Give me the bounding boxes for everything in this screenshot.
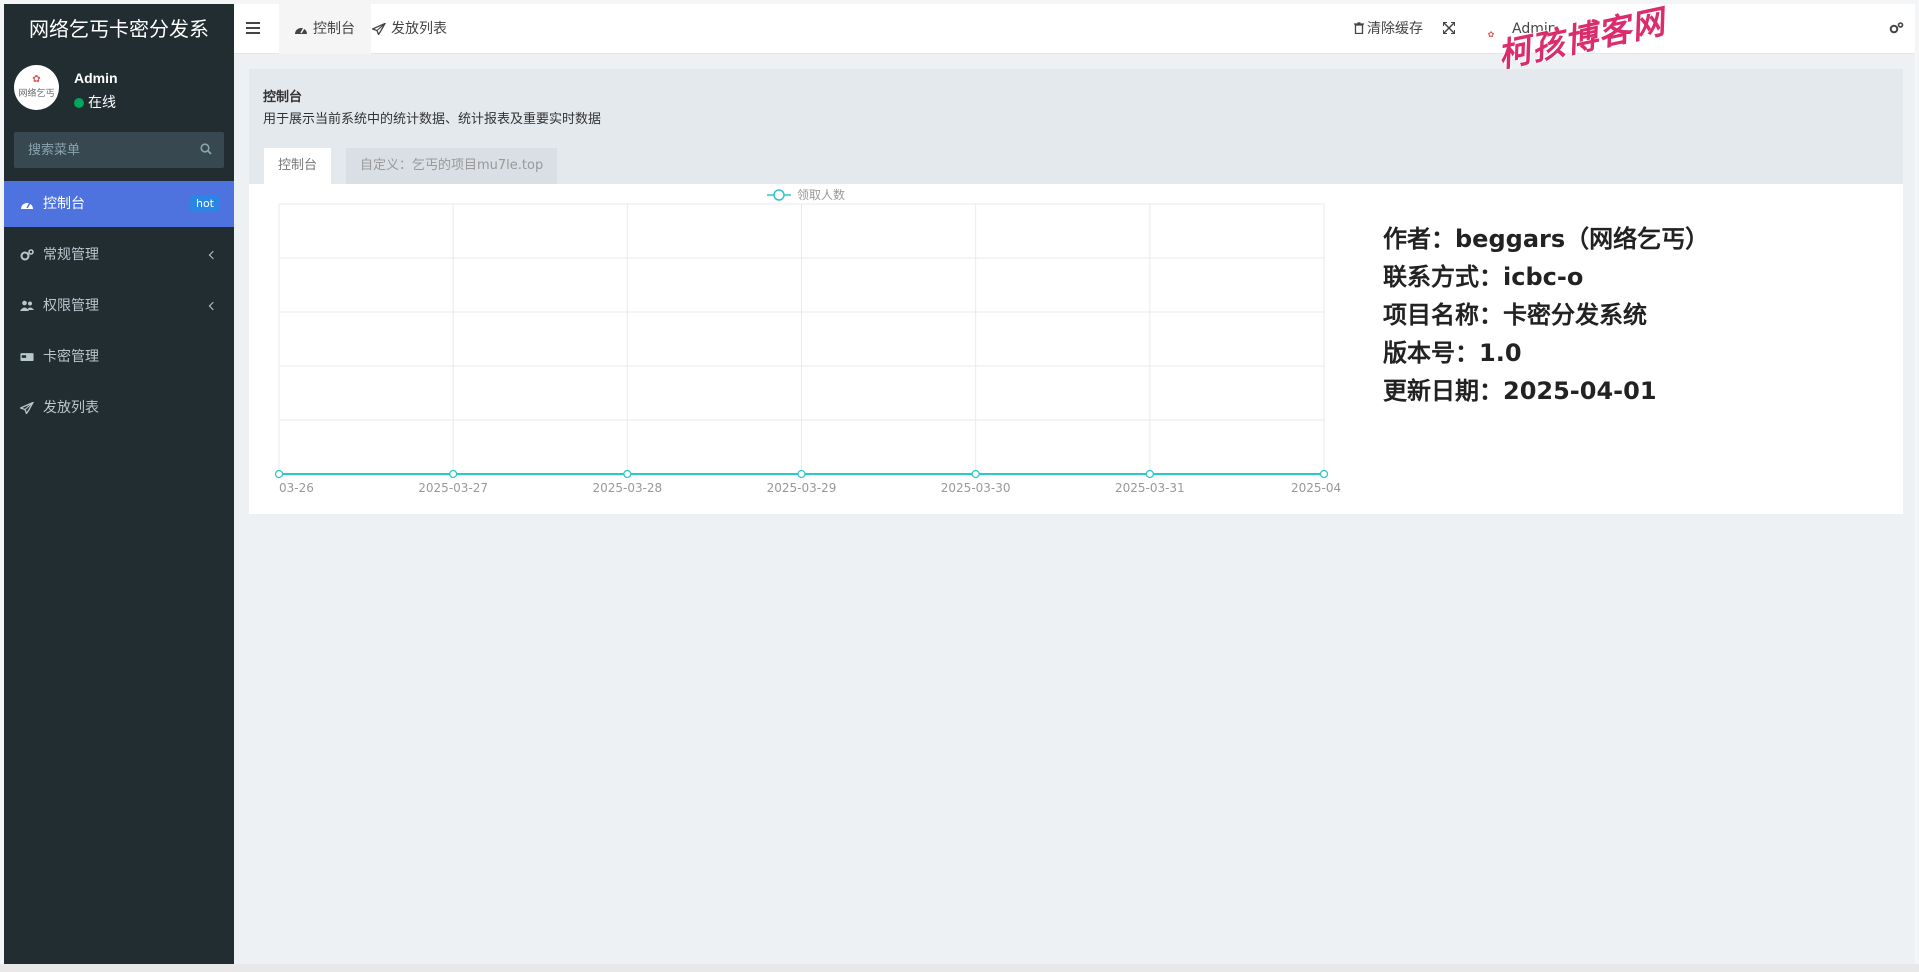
user-panel: ✿ 网络乞丐 Admin 在线 xyxy=(4,54,234,132)
tab-label: 发放列表 xyxy=(391,21,447,37)
line-chart: 领取人数 03-26 2025-03-27 2025-03-28 2025-03-29… xyxy=(274,187,1341,495)
chevron-left-icon xyxy=(208,250,218,260)
data-point xyxy=(1145,469,1154,479)
data-point xyxy=(1319,469,1329,479)
info-version: 版本号：1.0 xyxy=(1383,339,1522,367)
info-contact: 联系方式：icbc-o xyxy=(1383,263,1584,291)
bottom-bar xyxy=(0,964,1919,972)
sidebar-item-cards[interactable]: 卡密管理 xyxy=(4,334,234,380)
legend-marker xyxy=(773,189,785,201)
sidebar-item-permissions[interactable]: 权限管理 xyxy=(4,283,234,329)
fullscreen-icon xyxy=(1442,21,1456,35)
dashboard-icon xyxy=(21,202,33,209)
content-header: 控制台 用于展示当前系统中的统计数据、统计报表及重要实时数据 控制台 自定义：乞… xyxy=(249,69,1903,184)
chart-legend: 领取人数 xyxy=(767,187,845,202)
sidebar-item-label: 发放列表 xyxy=(43,400,99,416)
app-logo[interactable]: 网络乞丐卡密分发系 xyxy=(4,4,234,54)
app-frame: 网络乞丐卡密分发系 ✿ 网络乞丐 Admin 在线 搜索菜单 控制台 hot 常… xyxy=(4,4,1915,968)
chevron-left-icon xyxy=(208,301,218,311)
clear-cache-label: 清除缓存 xyxy=(1367,21,1423,37)
fullscreen-button[interactable] xyxy=(1442,4,1456,54)
hot-badge: hot xyxy=(189,196,220,212)
user-status: 在线 xyxy=(74,92,116,112)
avatar: ✿ 网络乞丐 xyxy=(14,65,59,110)
data-point xyxy=(449,469,458,479)
top-header: 控制台 发放列表 清除缓存 ✿ Admin 柯孩博客网 xyxy=(234,4,1915,75)
x-tick-label: 2025-04 xyxy=(1291,481,1341,495)
cogs-icon xyxy=(1889,22,1904,34)
sidebar-item-label: 权限管理 xyxy=(43,298,99,314)
sidebar-item-label: 控制台 xyxy=(43,196,85,212)
chart-grid xyxy=(278,203,1325,475)
users-icon xyxy=(20,300,34,311)
search-icon[interactable] xyxy=(200,143,212,155)
settings-button[interactable] xyxy=(1889,4,1904,54)
x-tick-label: 2025-03-27 xyxy=(418,481,488,495)
data-point xyxy=(274,469,284,479)
paper-plane-icon xyxy=(372,23,386,35)
info-update-date: 更新日期：2025-04-01 xyxy=(1383,377,1657,405)
sidebar-item-label: 常规管理 xyxy=(43,247,99,263)
project-info: 作者：beggars（网络乞丐） 联系方式：icbc-o 项目名称：卡密分发系统… xyxy=(1383,220,1709,410)
sidebar-toggle-icon[interactable] xyxy=(246,22,260,34)
info-author: 作者：beggars（网络乞丐） xyxy=(1383,225,1710,253)
legend-label: 领取人数 xyxy=(797,187,845,202)
sidebar-item-dashboard[interactable]: 控制台 hot xyxy=(4,181,234,227)
avatar-logo-icon: ✿ xyxy=(32,74,41,85)
x-tick-label: 2025-03-29 xyxy=(767,481,837,495)
info-project-name: 项目名称：卡密分发系统 xyxy=(1383,301,1647,329)
sidebar-search xyxy=(14,132,224,168)
tab-label: 控制台 xyxy=(313,21,355,37)
x-tick-label: 2025-03-31 xyxy=(1115,481,1185,495)
sidebar-menu: 控制台 hot 常规管理 权限管理 卡密管理 发放列表 xyxy=(4,181,234,436)
sidebar-item-general[interactable]: 常规管理 xyxy=(4,232,234,278)
tab-custom[interactable]: 自定义：乞丐的项目mu7le.top xyxy=(346,148,558,184)
x-tick-label: 2025-03-28 xyxy=(592,481,662,495)
x-tick-label: 2025-03-30 xyxy=(941,481,1011,495)
user-name: Admin xyxy=(74,70,118,86)
data-point xyxy=(797,469,806,479)
chart-x-ticks: 03-26 2025-03-27 2025-03-28 2025-03-29 2025-… xyxy=(279,481,1341,495)
data-point xyxy=(971,469,980,479)
page-description: 用于展示当前系统中的统计数据、统计报表及重要实时数据 xyxy=(263,112,602,127)
sidebar-item-label: 卡密管理 xyxy=(43,349,99,365)
sidebar: 网络乞丐卡密分发系 ✿ 网络乞丐 Admin 在线 搜索菜单 控制台 hot 常… xyxy=(4,4,234,968)
data-point xyxy=(623,469,632,479)
tab-distribution[interactable]: 发放列表 xyxy=(357,4,463,54)
dashboard-icon xyxy=(295,27,307,34)
card-icon xyxy=(20,353,34,361)
avatar-text: 网络乞丐 xyxy=(18,89,55,99)
dashboard-panel: 领取人数 03-26 2025-03-27 2025-03-28 2025-03-29… xyxy=(249,184,1903,514)
user-status-label: 在线 xyxy=(88,95,116,111)
cogs-icon xyxy=(20,249,34,261)
x-tick-label: 03-26 xyxy=(279,481,314,495)
trash-icon xyxy=(1354,22,1364,35)
paper-plane-icon xyxy=(20,402,34,414)
online-dot-icon xyxy=(74,98,84,108)
chart-series xyxy=(274,469,1329,479)
tab-console[interactable]: 控制台 xyxy=(264,148,332,184)
search-input[interactable] xyxy=(14,132,184,168)
clear-cache-button[interactable]: 清除缓存 xyxy=(1354,4,1423,54)
sidebar-item-distribution[interactable]: 发放列表 xyxy=(4,385,234,431)
page-title: 控制台 xyxy=(263,90,303,105)
